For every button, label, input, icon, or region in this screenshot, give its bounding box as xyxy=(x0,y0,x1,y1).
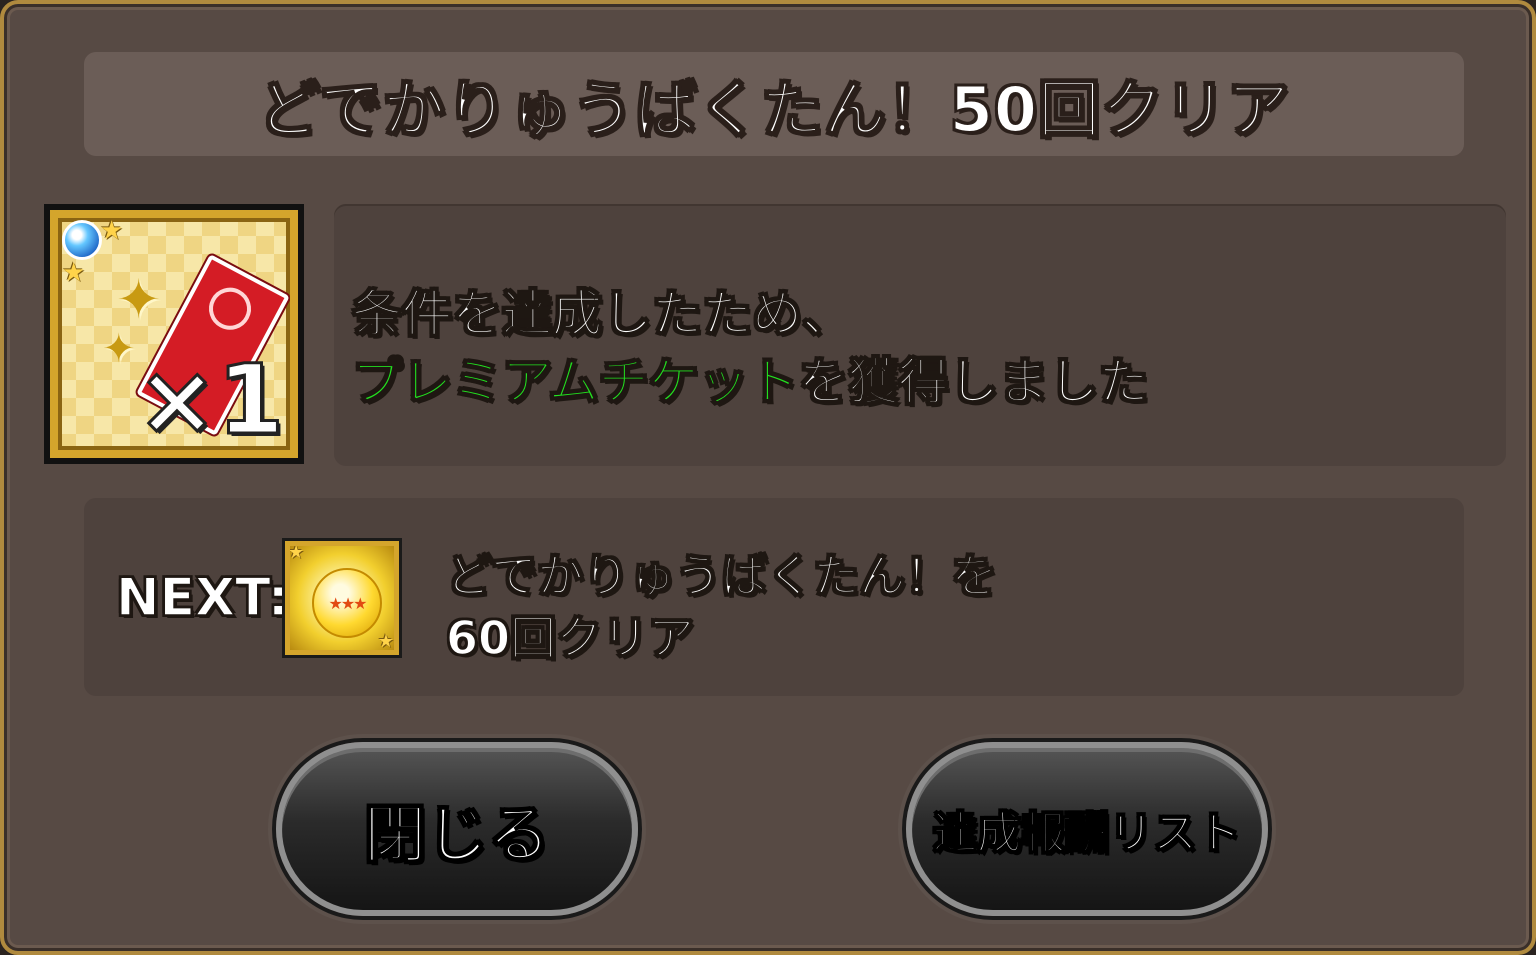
star-icon: ★ xyxy=(377,631,394,652)
reward-quantity: ×1 xyxy=(135,344,285,456)
next-label: NEXT: xyxy=(115,567,289,629)
reward-item-name: プレミアムチケット xyxy=(351,352,799,412)
reward-message-panel: 条件を達成したため、 プレミアムチケットを獲得しました xyxy=(334,204,1506,466)
title-bar: どでかりゅうばくたん！50回クリア xyxy=(84,52,1464,156)
ticket-emblem-icon xyxy=(201,280,259,338)
reward-message-line2: プレミアムチケットを獲得しました xyxy=(351,342,1150,414)
close-button[interactable]: 閉じる xyxy=(276,742,638,916)
reward-list-button[interactable]: 達成報酬リスト xyxy=(906,742,1268,916)
sparkle-icon: ✦ xyxy=(102,326,136,372)
reward-message-suffix: を獲得しました xyxy=(798,352,1150,412)
reward-item-icon: ✦ ✦ ★ ★ ×1 xyxy=(44,204,304,464)
star-orb-icon: ★★★ xyxy=(312,568,382,638)
blue-gem-icon xyxy=(62,220,102,260)
achievement-dialog: どでかりゅうばくたん！50回クリア ✦ ✦ ★ ★ ×1 条件を達成したため、 … xyxy=(0,0,1536,955)
dialog-title: どでかりゅうばくたん！50回クリア xyxy=(257,72,1291,147)
reward-list-button-label: 達成報酬リスト xyxy=(932,807,1242,860)
star-icon: ★ xyxy=(62,258,86,288)
star-icon: ★ xyxy=(288,542,305,563)
next-goal-panel: NEXT: ★★★ ★ ★ どでかりゅうばくたん！を 60回クリア xyxy=(84,498,1464,696)
next-reward-icon: ★★★ ★ ★ xyxy=(282,538,402,658)
sparkle-icon: ✦ xyxy=(116,268,162,331)
next-goal-line1: どでかりゅうばくたん！を xyxy=(445,548,998,604)
reward-message-line1: 条件を達成したため、 xyxy=(351,284,853,344)
reward-icon-frame: ✦ ✦ ★ ★ ×1 xyxy=(50,210,298,458)
next-icon-frame: ★★★ ★ ★ xyxy=(285,541,399,655)
close-button-label: 閉じる xyxy=(363,797,551,872)
star-icon: ★ xyxy=(100,216,124,246)
next-goal-line2: 60回クリア xyxy=(445,610,695,666)
